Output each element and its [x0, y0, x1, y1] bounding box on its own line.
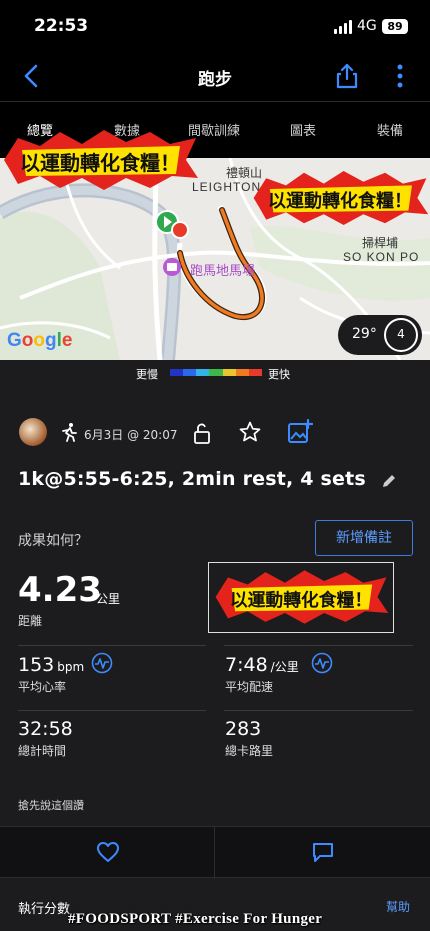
pace-legend: 更慢 更快 — [0, 360, 430, 390]
social-action-bar — [0, 826, 430, 879]
divider — [224, 710, 413, 711]
distance-label: 距離 — [18, 614, 43, 628]
status-time: 22:53 — [34, 16, 89, 36]
divider — [18, 710, 206, 711]
edit-pencil-icon[interactable] — [380, 472, 398, 490]
wind-icon: 4 — [384, 318, 418, 352]
add-photo-icon[interactable] — [287, 419, 313, 445]
more-vertical-icon[interactable] — [390, 63, 410, 89]
watermark-text: #FOODSPORT #Exercise For Hunger — [68, 911, 323, 927]
avg-pace-label: 平均配速 — [225, 680, 274, 694]
first-like-hint: 搶先說這個讚 — [18, 799, 84, 812]
svg-text:以運動轉化食糧！: 以運動轉化食糧！ — [268, 190, 412, 212]
avg-pace-value-group: 7:48/公里 — [225, 654, 299, 676]
share-icon[interactable] — [334, 62, 360, 90]
avg-hr-label: 平均心率 — [18, 680, 67, 694]
how-did-it-go-label: 成果如何？ — [18, 533, 88, 549]
legend-fast-label: 更快 — [268, 368, 290, 381]
legend-slow-label: 更慢 — [136, 368, 158, 381]
execution-score-label: 執行分數 — [18, 902, 71, 917]
map-place-so-kon-po: SO KON PO — [343, 250, 420, 264]
google-logo: Google — [7, 330, 73, 351]
battery-icon: 89 — [382, 19, 408, 34]
tab-charts[interactable]: 圖表 — [290, 120, 316, 139]
nav-bar: 跑步 — [0, 52, 430, 102]
stamp-sticker-1: 以運動轉化食糧！ — [4, 130, 198, 190]
avg-pace-value: 7:48 — [225, 654, 268, 676]
running-icon — [62, 423, 77, 442]
heart-rate-chart-icon[interactable] — [91, 652, 113, 674]
stamp-sticker-3: 以運動轉化食糧！ — [215, 570, 389, 624]
map-place-racecourse: 跑馬地馬場 — [190, 263, 256, 278]
activity-meta: 6月3日 @ 20:07 — [0, 410, 430, 454]
avg-hr-unit: bpm — [57, 660, 85, 674]
avg-pace-unit: /公里 — [270, 660, 299, 674]
comment-icon[interactable] — [312, 841, 334, 863]
network-label: 4G — [357, 18, 377, 34]
pace-chart-icon[interactable] — [311, 652, 333, 674]
add-note-button[interactable]: 新增備註 — [315, 520, 413, 556]
total-time-label: 總計時間 — [18, 744, 67, 758]
avg-hr-value-group: 153 bpm — [18, 654, 84, 676]
calories-value: 283 — [225, 718, 262, 740]
activity-title: 1k@5:55-6:25, 2min rest, 4 sets — [18, 468, 366, 490]
star-icon[interactable] — [238, 420, 262, 444]
distance-value: 4.23 — [18, 570, 102, 610]
calories-label: 總卡路里 — [225, 744, 274, 758]
tab-gear[interactable]: 裝備 — [377, 120, 403, 139]
status-bar: 22:53 4G 89 — [0, 0, 430, 52]
heart-icon[interactable] — [96, 841, 120, 863]
activity-date: 6月3日 @ 20:07 — [84, 428, 178, 442]
help-link[interactable]: 幫助 — [386, 898, 410, 915]
total-time-value: 32:58 — [18, 718, 73, 740]
distance-unit: 公里 — [96, 592, 121, 606]
avatar[interactable] — [19, 418, 47, 446]
divider — [224, 645, 413, 646]
unlock-icon[interactable] — [192, 421, 212, 445]
page-title: 跑步 — [198, 70, 232, 90]
avg-hr-value: 153 — [18, 654, 55, 676]
map-place-so-kon-po-zh: 掃桿埔 — [362, 236, 399, 250]
weather-badge: 29° 4 — [338, 315, 422, 355]
temperature: 29° — [352, 326, 377, 342]
signal-icon — [334, 20, 352, 34]
action-separator — [214, 827, 215, 879]
divider — [18, 645, 206, 646]
svg-text:以運動轉化食糧！: 以運動轉化食糧！ — [230, 589, 372, 611]
pace-color-bar — [170, 369, 262, 376]
svg-text:以運動轉化食糧！: 以運動轉化食糧！ — [20, 151, 180, 175]
stamp-sticker-2: 以運動轉化食糧！ — [253, 171, 429, 225]
wind-speed: 4 — [397, 327, 405, 341]
